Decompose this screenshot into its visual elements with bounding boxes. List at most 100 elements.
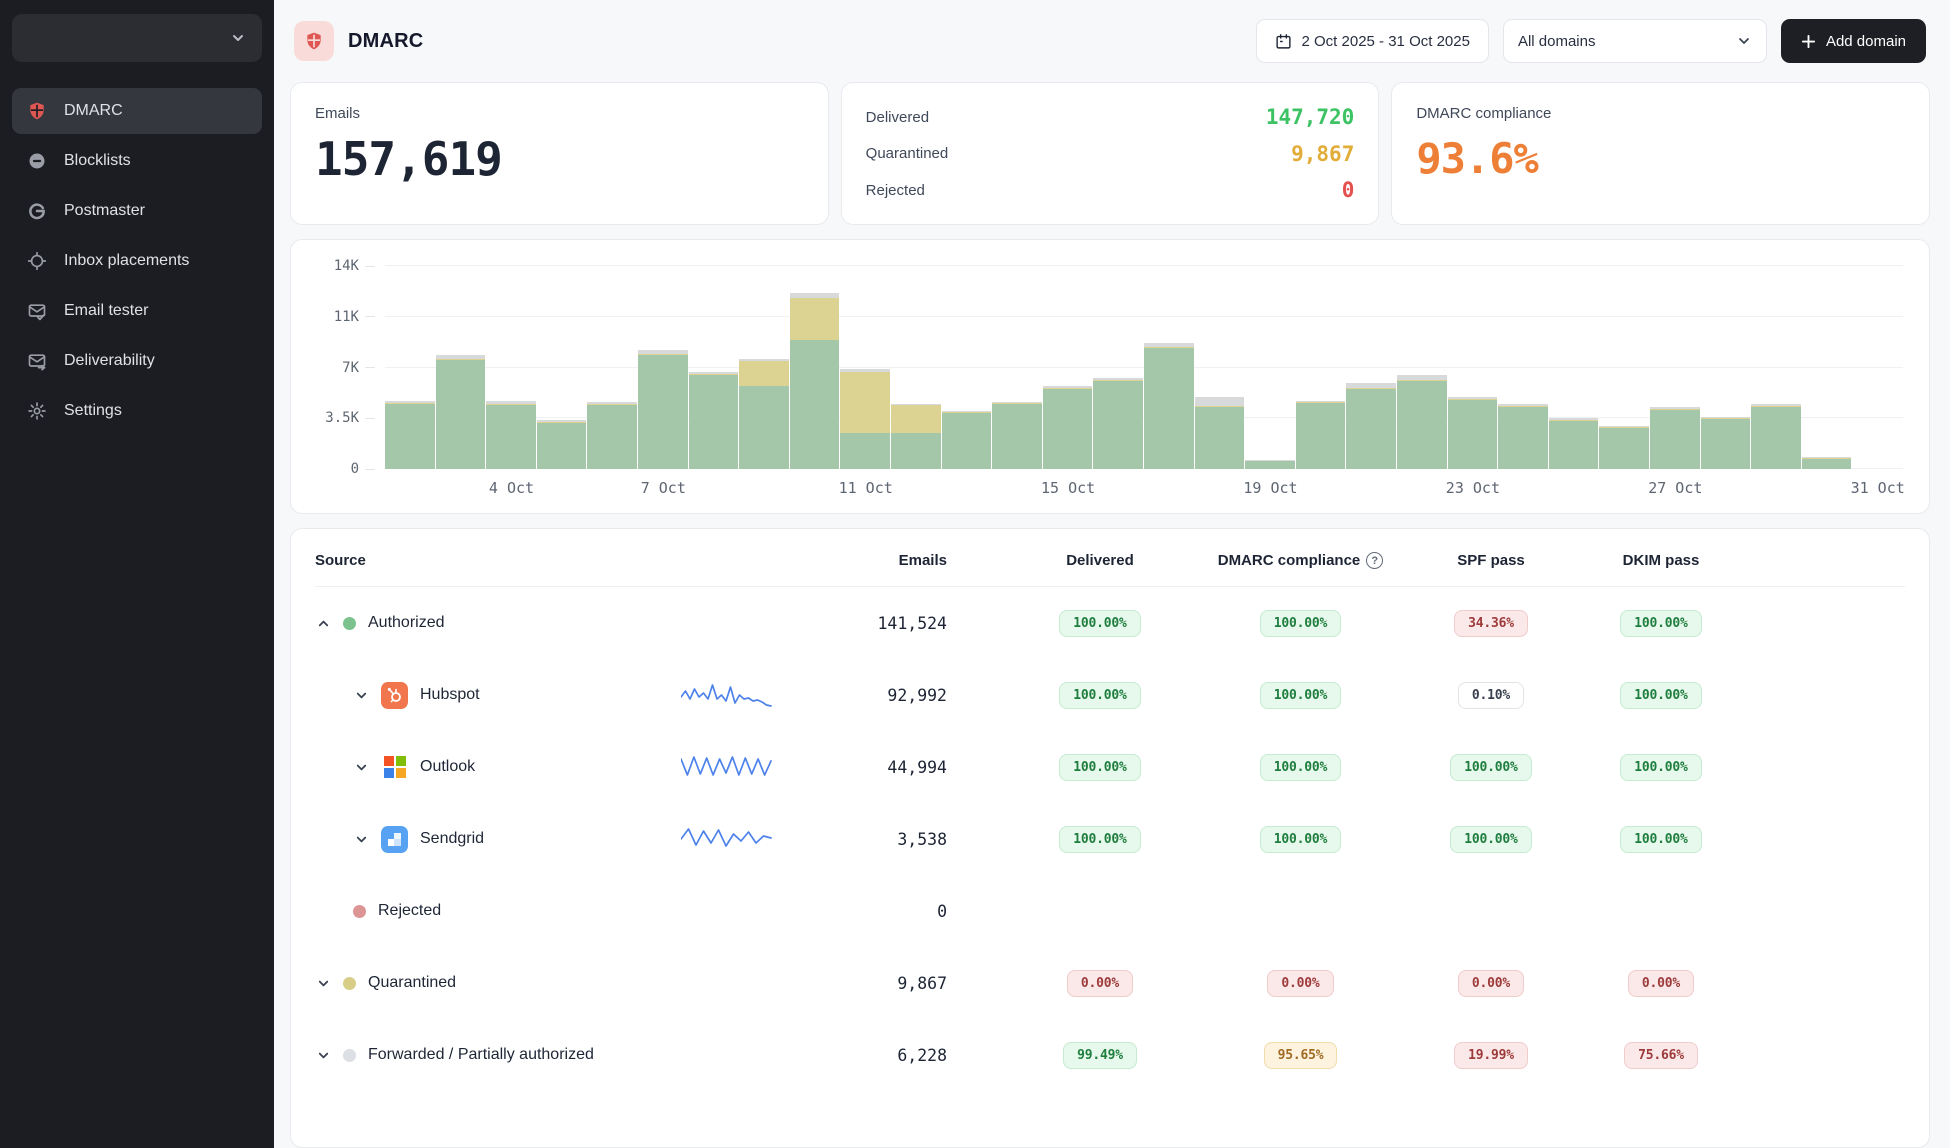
bar-segment-delivered-7-Oct[interactable] <box>638 355 688 469</box>
bar-segment-delivered-2-Oct[interactable] <box>385 404 435 469</box>
bar-segment-forwarded-12-Oct[interactable] <box>891 404 941 405</box>
bar-segment-delivered-17-Oct[interactable] <box>1144 347 1194 469</box>
bar-segment-delivered-3-Oct[interactable] <box>436 360 486 469</box>
bar-segment-quarantined-14-Oct[interactable] <box>992 403 1042 404</box>
sidebar-item-email-tester[interactable]: Email tester <box>12 288 262 334</box>
bar-segment-quarantined-27-Oct[interactable] <box>1650 409 1700 410</box>
bar-segment-forwarded-2-Oct[interactable] <box>385 401 435 403</box>
bar-segment-delivered-19-Oct[interactable] <box>1245 461 1295 469</box>
bar-segment-quarantined-9-Oct[interactable] <box>739 361 789 386</box>
sidebar-item-deliverability[interactable]: Deliverability <box>12 338 262 384</box>
bar-segment-delivered-22-Oct[interactable] <box>1397 381 1447 469</box>
bar-segment-forwarded-17-Oct[interactable] <box>1144 343 1194 346</box>
bar-segment-forwarded-30-Oct[interactable] <box>1802 457 1852 458</box>
bar-segment-quarantined-3-Oct[interactable] <box>436 359 486 360</box>
bar-segment-forwarded-20-Oct[interactable] <box>1296 401 1346 402</box>
help-icon[interactable]: ? <box>1366 552 1383 569</box>
bar-segment-forwarded-18-Oct[interactable] <box>1195 397 1245 406</box>
bar-segment-forwarded-22-Oct[interactable] <box>1397 375 1447 380</box>
bar-segment-forwarded-21-Oct[interactable] <box>1346 383 1396 387</box>
bar-segment-delivered-20-Oct[interactable] <box>1296 403 1346 469</box>
bar-segment-forwarded-27-Oct[interactable] <box>1650 407 1700 409</box>
bar-segment-quarantined-22-Oct[interactable] <box>1397 380 1447 381</box>
bar-segment-forwarded-29-Oct[interactable] <box>1751 404 1801 406</box>
bar-segment-forwarded-8-Oct[interactable] <box>689 372 739 374</box>
bar-segment-quarantined-17-Oct[interactable] <box>1144 347 1194 348</box>
bar-segment-forwarded-24-Oct[interactable] <box>1498 404 1548 406</box>
bar-segment-forwarded-13-Oct[interactable] <box>942 411 992 412</box>
chart-plot-area[interactable] <box>385 266 1903 469</box>
add-domain-button[interactable]: Add domain <box>1781 19 1926 63</box>
bar-segment-delivered-24-Oct[interactable] <box>1498 407 1548 469</box>
bar-segment-quarantined-6-Oct[interactable] <box>587 404 637 405</box>
bar-segment-delivered-5-Oct[interactable] <box>537 423 587 469</box>
chevron-down-icon[interactable] <box>353 687 369 703</box>
bar-segment-delivered-10-Oct[interactable] <box>790 340 840 469</box>
bar-segment-delivered-15-Oct[interactable] <box>1043 389 1093 469</box>
bar-segment-delivered-23-Oct[interactable] <box>1448 399 1498 469</box>
bar-segment-delivered-18-Oct[interactable] <box>1195 407 1245 469</box>
bar-segment-delivered-16-Oct[interactable] <box>1093 381 1143 469</box>
sidebar-item-dmarc[interactable]: DMARC <box>12 88 262 134</box>
chevron-down-icon[interactable] <box>353 759 369 775</box>
sidebar-item-inbox-placements[interactable]: Inbox placements <box>12 238 262 284</box>
bar-segment-forwarded-15-Oct[interactable] <box>1043 386 1093 387</box>
bar-segment-forwarded-19-Oct[interactable] <box>1245 460 1295 461</box>
bar-segment-forwarded-10-Oct[interactable] <box>790 293 840 298</box>
bar-segment-delivered-8-Oct[interactable] <box>689 375 739 469</box>
bar-segment-delivered-27-Oct[interactable] <box>1650 410 1700 469</box>
bar-segment-quarantined-11-Oct[interactable] <box>840 372 890 433</box>
bar-segment-quarantined-15-Oct[interactable] <box>1043 388 1093 389</box>
bar-segment-quarantined-20-Oct[interactable] <box>1296 402 1346 403</box>
bar-segment-forwarded-25-Oct[interactable] <box>1549 418 1599 419</box>
chevron-up-icon[interactable] <box>315 615 331 631</box>
sidebar-item-blocklists[interactable]: Blocklists <box>12 138 262 184</box>
chevron-down-icon[interactable] <box>315 975 331 991</box>
bar-segment-quarantined-4-Oct[interactable] <box>486 404 536 405</box>
bar-segment-quarantined-2-Oct[interactable] <box>385 403 435 404</box>
bar-segment-forwarded-9-Oct[interactable] <box>739 359 789 362</box>
bar-segment-quarantined-23-Oct[interactable] <box>1448 399 1498 400</box>
date-range-picker[interactable]: 2 Oct 2025 - 31 Oct 2025 <box>1256 19 1489 63</box>
bar-segment-delivered-30-Oct[interactable] <box>1802 458 1852 469</box>
bar-segment-delivered-11-Oct[interactable] <box>840 433 890 469</box>
bar-segment-quarantined-25-Oct[interactable] <box>1549 420 1599 421</box>
bar-segment-delivered-28-Oct[interactable] <box>1701 418 1751 469</box>
bar-segment-delivered-21-Oct[interactable] <box>1346 389 1396 469</box>
bar-segment-forwarded-23-Oct[interactable] <box>1448 397 1498 399</box>
workspace-dropdown[interactable] <box>12 14 262 62</box>
bar-segment-delivered-4-Oct[interactable] <box>486 405 536 469</box>
bar-segment-quarantined-29-Oct[interactable] <box>1751 406 1801 407</box>
bar-segment-delivered-14-Oct[interactable] <box>992 404 1042 469</box>
bar-segment-delivered-13-Oct[interactable] <box>942 412 992 469</box>
bar-segment-quarantined-12-Oct[interactable] <box>891 405 941 433</box>
bar-segment-forwarded-5-Oct[interactable] <box>537 420 587 422</box>
bar-segment-quarantined-13-Oct[interactable] <box>942 412 992 413</box>
bar-segment-delivered-29-Oct[interactable] <box>1751 407 1801 469</box>
chevron-down-icon[interactable] <box>353 831 369 847</box>
bar-segment-forwarded-7-Oct[interactable] <box>638 350 688 354</box>
bar-segment-quarantined-10-Oct[interactable] <box>790 298 840 339</box>
bar-segment-forwarded-3-Oct[interactable] <box>436 355 486 359</box>
bar-segment-quarantined-8-Oct[interactable] <box>689 374 739 375</box>
bar-segment-quarantined-16-Oct[interactable] <box>1093 380 1143 381</box>
bar-segment-delivered-9-Oct[interactable] <box>739 386 789 469</box>
bar-segment-forwarded-28-Oct[interactable] <box>1701 417 1751 418</box>
bar-segment-forwarded-16-Oct[interactable] <box>1093 378 1143 380</box>
bar-segment-delivered-6-Oct[interactable] <box>587 405 637 469</box>
bar-segment-forwarded-14-Oct[interactable] <box>992 402 1042 403</box>
sidebar-item-postmaster[interactable]: Postmaster <box>12 188 262 234</box>
chevron-down-icon[interactable] <box>315 1047 331 1063</box>
bar-segment-quarantined-18-Oct[interactable] <box>1195 406 1245 407</box>
bar-segment-forwarded-11-Oct[interactable] <box>840 369 890 372</box>
bar-segment-forwarded-6-Oct[interactable] <box>587 402 637 404</box>
bar-segment-delivered-26-Oct[interactable] <box>1599 427 1649 469</box>
bar-segment-quarantined-24-Oct[interactable] <box>1498 406 1548 407</box>
bar-segment-quarantined-21-Oct[interactable] <box>1346 388 1396 389</box>
sidebar-item-settings[interactable]: Settings <box>12 388 262 434</box>
domain-filter-select[interactable]: All domains <box>1503 19 1767 63</box>
bar-segment-forwarded-26-Oct[interactable] <box>1599 426 1649 427</box>
bar-segment-delivered-25-Oct[interactable] <box>1549 420 1599 469</box>
bar-segment-quarantined-7-Oct[interactable] <box>638 354 688 355</box>
bar-segment-forwarded-4-Oct[interactable] <box>486 401 536 404</box>
